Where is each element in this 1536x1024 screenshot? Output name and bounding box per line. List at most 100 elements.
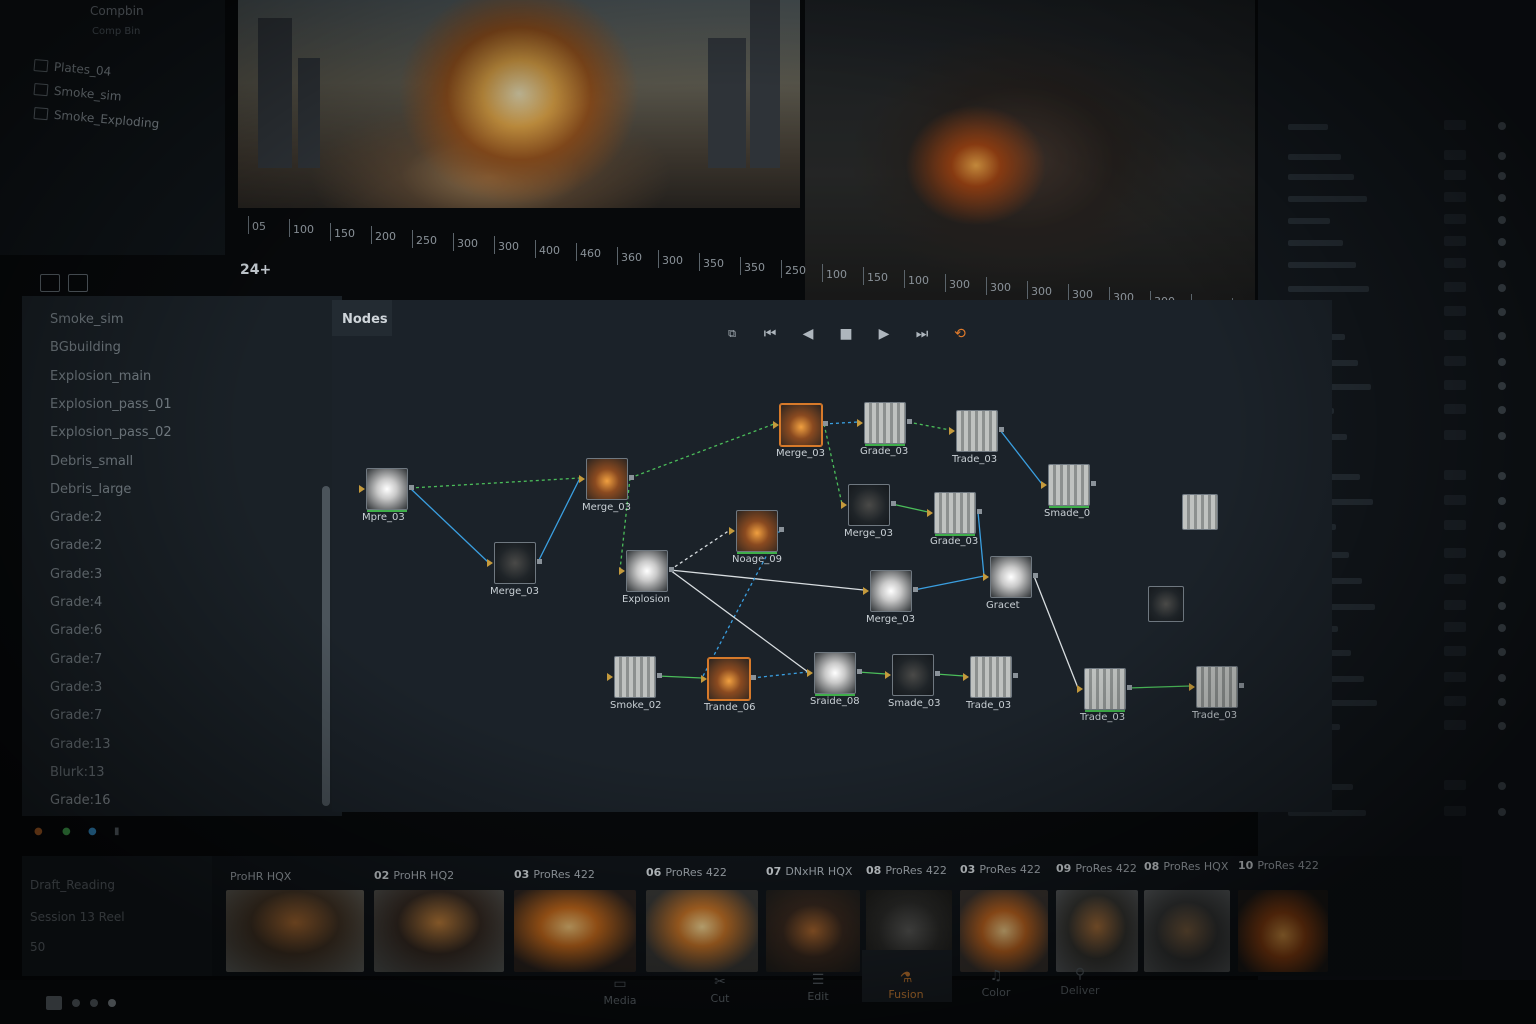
node-connection (409, 477, 581, 489)
page-tab-label: Deliver (1060, 984, 1100, 997)
node-connection (823, 423, 843, 505)
node-label: Grade_03 (860, 446, 909, 457)
node-n14[interactable] (607, 656, 662, 698)
node-label: Trande_06 (704, 702, 756, 713)
thumbnail-label: 03 ProRes 422 (514, 868, 595, 881)
node-n12[interactable] (983, 556, 1038, 598)
status-dot-icon (72, 999, 80, 1007)
node-n10[interactable] (927, 492, 982, 536)
node-label: Trade_03 (966, 700, 1012, 711)
node-n16[interactable] (807, 652, 862, 696)
node-label: Merge_03 (776, 448, 825, 459)
thumbnail-clip[interactable] (1238, 890, 1328, 972)
cut-icon: ✂ (714, 974, 726, 990)
thumbnail-number: 08 (866, 864, 882, 877)
thumbnail-clip[interactable] (646, 890, 758, 972)
thumbnail-number: 03 (514, 867, 530, 881)
fusion-icon: ⚗ (899, 970, 913, 986)
node-label: Gracet (986, 600, 1020, 611)
thumbnail-number: 03 (960, 862, 976, 876)
thumbnail-label: 06 ProRes 422 (646, 866, 727, 879)
thumbnail-clip[interactable] (1056, 890, 1138, 972)
media-icon: ▭ (613, 976, 627, 992)
node-n20[interactable] (1189, 666, 1244, 708)
node-n13[interactable] (1041, 464, 1096, 508)
node-n5[interactable] (949, 410, 1004, 452)
page-tab-media[interactable]: ▭ Media (590, 976, 650, 1007)
node-connection (913, 575, 985, 591)
node-label: Mpre_03 (362, 512, 405, 523)
thumbnail-codec: ProRes 422 (1075, 861, 1137, 875)
thumbnail-label: 07 DNxHR HQX (766, 865, 852, 878)
node-n15[interactable] (701, 658, 756, 700)
node-label: Noage_09 (732, 554, 782, 565)
node-connection (977, 511, 985, 577)
thumbnail-codec: ProRes 422 (1257, 859, 1319, 873)
thumbnail-clip[interactable] (226, 890, 364, 972)
node-n4[interactable] (857, 402, 912, 446)
link-icon[interactable]: ● (88, 826, 97, 837)
node-label: Trade_03 (1080, 712, 1126, 723)
thumbnail-clip[interactable] (766, 890, 860, 972)
node-label: Merge_03 (582, 502, 631, 513)
page-tab-cut[interactable]: ✂ Cut (690, 974, 750, 1005)
page-tab-label: Fusion (888, 988, 924, 1001)
page-tab-label: Color (981, 986, 1011, 999)
deliver-icon: ⚲ (1074, 966, 1086, 982)
node-label: Smoke_02 (610, 700, 662, 711)
page-tab-label: Cut (710, 992, 730, 1005)
node-connection (537, 477, 581, 563)
node-connection (657, 675, 703, 679)
node-connection (669, 529, 731, 571)
thumbnail-codec: ProHR HQ2 (393, 868, 455, 882)
project-icon[interactable] (46, 996, 62, 1010)
record-icon[interactable]: ● (34, 826, 43, 837)
node-connection (751, 671, 809, 679)
node-label: Smade_03 (888, 698, 941, 709)
node-connection (891, 503, 929, 513)
color-icon: ♫ (989, 968, 1003, 984)
node-label: Grade_03 (930, 536, 979, 547)
thumbnail-clip[interactable] (514, 890, 636, 972)
node-label: Smade_0 (1044, 508, 1091, 519)
page-tab-deliver[interactable]: ⚲ Deliver (1050, 966, 1110, 997)
thumbnail-clip[interactable] (960, 890, 1048, 972)
node-unlabeled[interactable] (1148, 586, 1184, 622)
status-dot-icon (108, 999, 116, 1007)
node-n8[interactable] (487, 542, 542, 584)
node-connection (1033, 575, 1079, 689)
thumbnail-codec: ProRes 422 (665, 866, 727, 880)
node-label: Sraide_08 (810, 696, 860, 707)
edit-icon: ☰ (811, 972, 825, 988)
node-connection (935, 673, 965, 677)
thumbnail-number: 08 (1144, 860, 1160, 874)
thumbnail-label: 08 ProRes HQX (1144, 860, 1228, 873)
node-connection (409, 487, 489, 563)
flag-icon[interactable]: ▮ (114, 826, 120, 837)
node-n7[interactable] (729, 510, 784, 554)
node-connection (1127, 685, 1191, 689)
node-n18[interactable] (963, 656, 1018, 698)
node-label: Merge_03 (490, 586, 539, 597)
thumbnail-codec: ProRes 422 (885, 864, 947, 877)
node-n3[interactable] (773, 404, 828, 446)
status-icon[interactable]: ● (62, 826, 71, 837)
node-n17[interactable] (885, 654, 940, 696)
thumbnail-codec: DNxHR HQX (785, 865, 853, 879)
node-unlabeled[interactable] (1182, 494, 1218, 530)
thumbnail-clip[interactable] (1144, 890, 1230, 972)
node-n2[interactable] (579, 458, 634, 500)
page-tab-fusion[interactable]: ⚗ Fusion (876, 970, 936, 1001)
node-n9[interactable] (619, 550, 674, 592)
page-tab-color[interactable]: ♫ Color (966, 968, 1026, 999)
page-tab-edit[interactable]: ☰ Edit (788, 972, 848, 1003)
node-connection (823, 421, 859, 425)
node-n6[interactable] (841, 484, 896, 526)
node-n1[interactable] (359, 468, 414, 512)
node-n19[interactable] (1077, 668, 1132, 712)
thumbnail-clip[interactable] (374, 890, 504, 972)
node-n11[interactable] (863, 570, 918, 612)
node-connection (999, 429, 1043, 485)
thumbnail-codec: ProRes 422 (533, 867, 595, 881)
thumbnail-codec: ProRes 422 (979, 862, 1041, 876)
